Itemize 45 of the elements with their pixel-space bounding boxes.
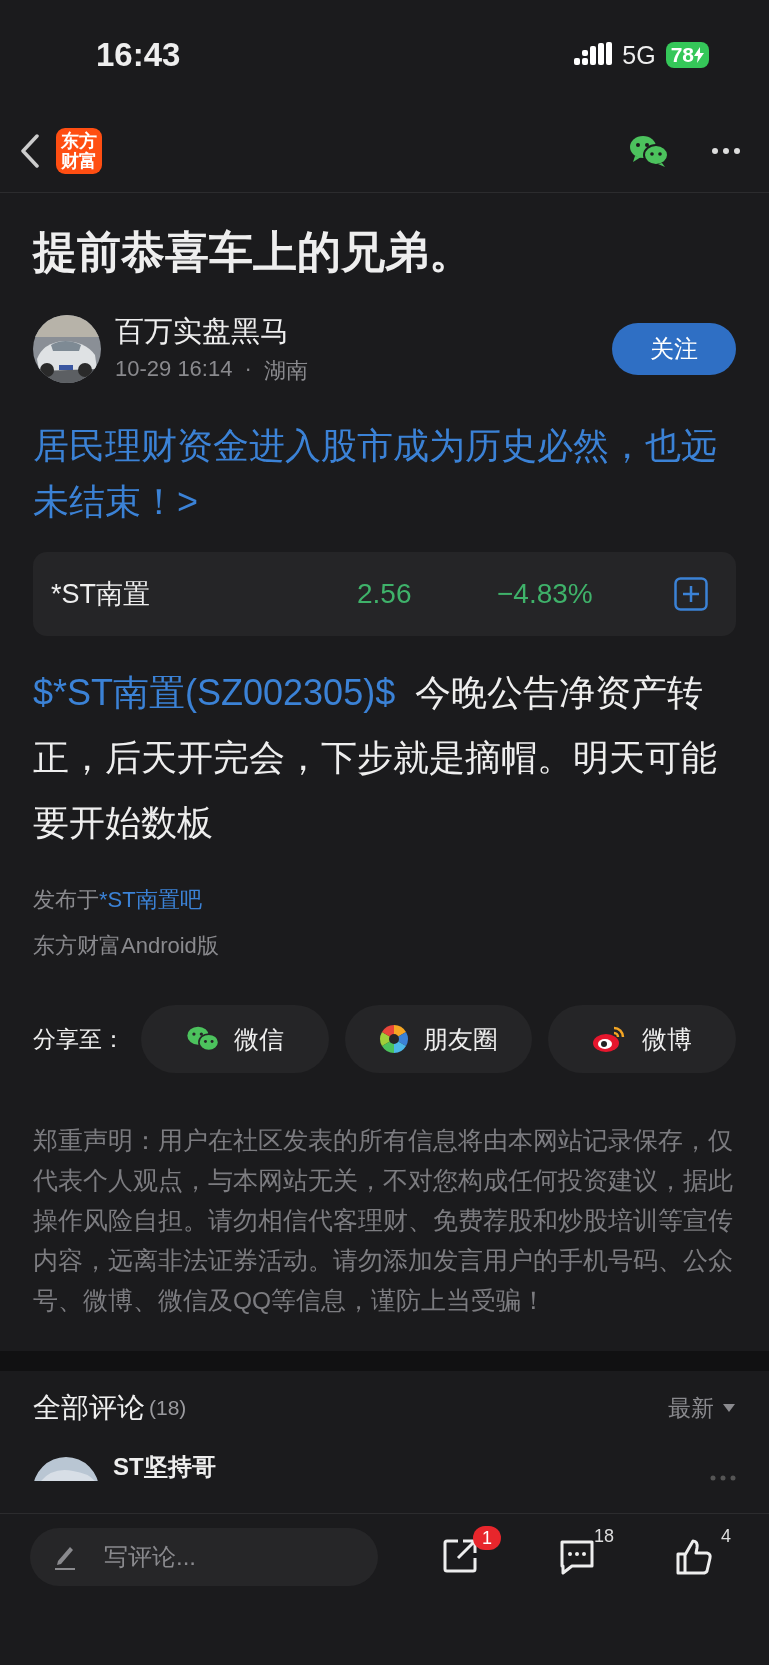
add-icon[interactable] <box>674 577 708 611</box>
comment-count: 18 <box>593 1526 614 1547</box>
disclaimer-text: 郑重声明：用户在社区发表的所有信息将由本网站记录保存，仅代表个人观点，与本网站无关，不对您构成任何投资建议，据此操作风险自担。请勿相信代客理财、免费荐股和炒股培训等宣传内容，远离非法证券活动。请勿添加发言用户的手机号码、公众号、微博、微信及QQ等信息，谨防上当受骗！ <box>33 1126 734 1316</box>
signal-icon <box>574 42 613 68</box>
status-time: 16:43 <box>96 36 181 74</box>
share-button[interactable]: 朋友圈 <box>344 1005 533 1073</box>
author-name[interactable]: 百万实盘黑马 <box>115 312 308 352</box>
commenter-name[interactable]: ST坚持哥 <box>113 1453 216 1481</box>
stock-card[interactable]: *ST南置 2.56 −4.83% <box>33 552 736 636</box>
share-button[interactable]: 微博 <box>548 1005 736 1073</box>
stock-price: 2.56 <box>357 578 413 610</box>
post-location: 湖南 <box>263 357 308 385</box>
chat-bubbles-icon[interactable] <box>629 134 669 168</box>
aperture-icon <box>379 1024 409 1054</box>
post-title: 提前恭喜车上的兄弟。 <box>33 226 474 278</box>
headline-link[interactable]: 居民理财资金进入股市成为历史必然，也远未结束！> <box>33 418 736 530</box>
like-count: 4 <box>721 1526 731 1547</box>
thumbs-up-icon[interactable] <box>675 1538 713 1576</box>
comment-icon[interactable] <box>558 1538 596 1576</box>
sort-dropdown[interactable]: 最新 <box>668 1392 736 1424</box>
share-icon[interactable] <box>442 1538 478 1574</box>
comments-count: (18) <box>149 1396 187 1420</box>
follow-button[interactable]: 关注 <box>612 323 736 375</box>
more-icon[interactable] <box>711 147 741 155</box>
charging-icon <box>694 47 704 63</box>
caret-icon <box>722 1403 736 1413</box>
chat-bubbles-icon <box>185 1025 220 1053</box>
post-body: $*ST南置(SZ002305)$ 今晚公告净资产转正，后天开完会，下步就是摘帽。明天可能要开始数板 <box>33 671 718 845</box>
battery-level: 78 <box>665 42 709 68</box>
client-label: 东方财富Android版 <box>33 932 220 960</box>
forum-link[interactable]: *ST南置吧 <box>99 887 202 912</box>
post-time: 10-29 16:14 <box>115 356 233 383</box>
separator-dot: · <box>244 356 252 383</box>
network-label: 5G <box>622 40 656 70</box>
app-logo: 东方 财富 <box>56 128 102 174</box>
back-icon[interactable] <box>20 134 40 168</box>
comment-input[interactable]: 写评论... <box>30 1528 378 1586</box>
stock-name: *ST南置 <box>51 578 151 611</box>
comments-title: 全部评论 <box>33 1391 145 1425</box>
share-label: 分享至： <box>33 1024 125 1054</box>
published-label: 发布于 <box>33 887 99 912</box>
notification-badge: 1 <box>473 1526 501 1550</box>
stock-change: −4.83% <box>497 578 594 610</box>
stock-tag-link[interactable]: $*ST南置(SZ002305)$ <box>33 672 396 713</box>
share-button[interactable]: 微信 <box>141 1005 329 1073</box>
